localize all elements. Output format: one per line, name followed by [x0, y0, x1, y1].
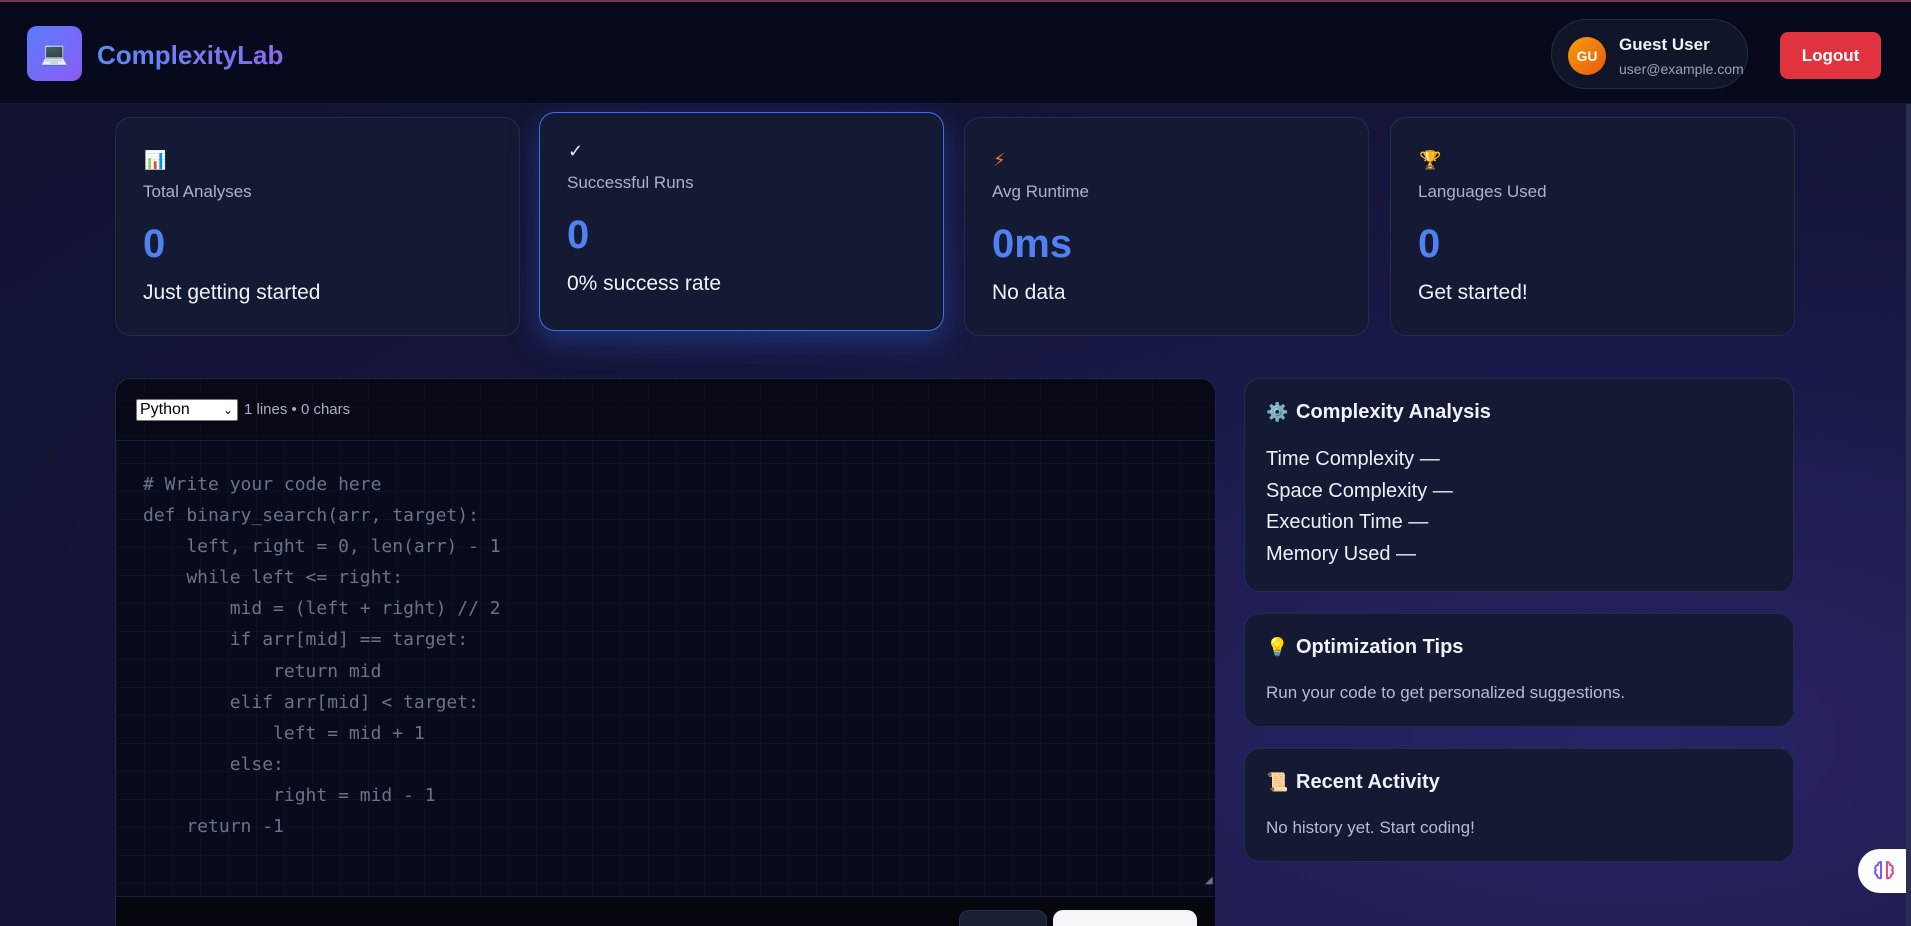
lightning-icon: ⚡ — [993, 150, 1006, 170]
stat-value: 0ms — [992, 222, 1073, 266]
editor-footer — [116, 896, 1215, 926]
stat-subtext: Get started! — [1418, 281, 1528, 304]
chevron-down-icon: ⌄ — [222, 403, 233, 417]
recent-activity-panel: 📜 Recent Activity No history yet. Start … — [1244, 748, 1794, 862]
stat-label: Total Analyses — [143, 182, 252, 201]
stat-card-avg-runtime: ⚡ Avg Runtime 0ms No data — [964, 117, 1369, 336]
app-logo[interactable]: 💻 — [27, 26, 82, 81]
activity-text: No history yet. Start coding! — [1266, 818, 1475, 837]
secondary-action-button[interactable] — [959, 910, 1047, 926]
language-select[interactable]: Python ⌄ — [136, 399, 238, 421]
stat-card-total-analyses: 📊 Total Analyses 0 Just getting started — [115, 117, 520, 336]
assistant-button[interactable] — [1858, 849, 1911, 893]
editor-stats: 1 lines • 0 chars — [244, 401, 351, 418]
primary-action-button[interactable] — [1053, 910, 1197, 926]
scrollbar[interactable] — [1906, 104, 1911, 926]
memory-used: Memory Used — — [1266, 543, 1417, 565]
panel-title-row: 💡 Optimization Tips — [1266, 636, 1463, 659]
complexity-analysis-panel: ⚙️ Complexity Analysis Time Complexity —… — [1244, 378, 1794, 592]
stat-card-languages-used: 🏆 Languages Used 0 Get started! — [1390, 117, 1795, 336]
stat-value: 0 — [1418, 222, 1441, 266]
trophy-icon: 🏆 — [1419, 150, 1442, 170]
stat-subtext: 0% success rate — [567, 272, 722, 295]
stat-card-successful-runs: ✓ Successful Runs 0 0% success rate — [539, 112, 944, 331]
language-select-value: Python — [140, 401, 190, 418]
stat-label: Successful Runs — [567, 173, 694, 192]
avatar: GU — [1568, 37, 1606, 75]
bar-chart-icon: 📊 — [144, 150, 167, 170]
tips-title: Optimization Tips — [1296, 636, 1464, 658]
space-complexity: Space Complexity — — [1266, 480, 1453, 502]
code-editor: Python ⌄ 1 lines • 0 chars # Write your … — [115, 378, 1216, 926]
laptop-icon: 💻 — [40, 40, 69, 66]
lightbulb-icon: 💡 — [1266, 637, 1289, 657]
gear-icon: ⚙️ — [1266, 402, 1289, 422]
code-input[interactable]: # Write your code here def binary_search… — [143, 469, 501, 842]
editor-toolbar: Python ⌄ 1 lines • 0 chars — [116, 379, 1215, 441]
user-profile-chip[interactable]: GU Guest User user@example.com — [1551, 19, 1748, 89]
tips-text: Run your code to get personalized sugges… — [1266, 683, 1626, 702]
stat-subtext: No data — [992, 281, 1066, 304]
stat-value: 0 — [567, 213, 590, 257]
stat-subtext: Just getting started — [143, 281, 321, 304]
scroll-icon: 📜 — [1266, 772, 1289, 792]
panel-title-row: 📜 Recent Activity — [1266, 771, 1440, 794]
panel-title-row: ⚙️ Complexity Analysis — [1266, 401, 1491, 424]
activity-title: Recent Activity — [1296, 771, 1440, 793]
logout-button[interactable]: Logout — [1780, 32, 1881, 79]
user-email: user@example.com — [1619, 61, 1744, 77]
execution-time: Execution Time — — [1266, 511, 1429, 533]
time-complexity: Time Complexity — — [1266, 448, 1440, 470]
stat-label: Languages Used — [1418, 182, 1547, 201]
user-name: Guest User — [1619, 35, 1710, 54]
resize-handle-icon[interactable]: ◢ — [1205, 875, 1213, 886]
stat-label: Avg Runtime — [992, 182, 1090, 201]
complexity-title: Complexity Analysis — [1296, 401, 1491, 423]
brain-icon — [1874, 860, 1894, 880]
app-title[interactable]: ComplexityLab — [97, 40, 283, 71]
optimization-tips-panel: 💡 Optimization Tips Run your code to get… — [1244, 613, 1794, 727]
check-icon: ✓ — [568, 141, 584, 161]
app-header: 💻 ComplexityLab GU Guest User user@examp… — [0, 2, 1911, 104]
stat-value: 0 — [143, 222, 166, 266]
